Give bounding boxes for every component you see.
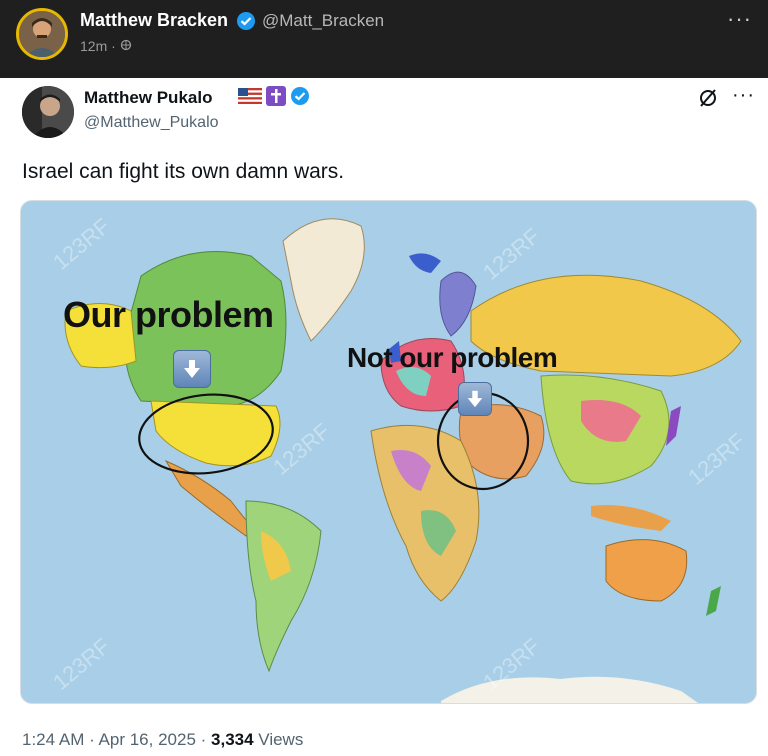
views-count: 3,334 (211, 730, 254, 749)
verified-badge-icon (236, 11, 256, 36)
separator: · (195, 730, 212, 749)
cross-icon (266, 86, 286, 111)
verified-badge-icon (290, 86, 310, 111)
post-date[interactable]: Apr 16, 2025 (99, 730, 196, 749)
post-time[interactable]: 1:24 AM (22, 730, 84, 749)
outer-avatar[interactable] (16, 8, 68, 60)
outer-timestamp: 12m · (80, 38, 132, 54)
down-arrow-icon (458, 382, 492, 416)
quoted-badges (238, 86, 310, 111)
timestamp-text: 12m (80, 38, 108, 54)
separator: · (84, 730, 99, 749)
label-not-our-problem: Not our problem (347, 342, 558, 373)
outer-post-header: Matthew Bracken @Matt_Bracken 12m · ··· (0, 0, 768, 78)
outer-author-name[interactable]: Matthew Bracken (80, 10, 228, 31)
grok-icon[interactable] (697, 87, 719, 114)
outer-more-button[interactable]: ··· (727, 6, 752, 32)
world-map: 123RF 123RF 123RF 123RF 123RF 123RF (21, 201, 756, 703)
quoted-author-name[interactable]: Matthew Pukalo (84, 88, 212, 108)
post-footer: 1:24 AM · Apr 16, 2025 · 3,334 Views (22, 730, 303, 750)
down-arrow-icon (173, 350, 211, 388)
label-our-problem: Our problem (63, 294, 274, 335)
quoted-post-card[interactable]: Matthew Pukalo @Matthew_Pukalo ··· Israe… (0, 78, 768, 756)
us-flag-icon (238, 88, 262, 109)
separator: · (111, 38, 116, 54)
map-image[interactable]: 123RF 123RF 123RF 123RF 123RF 123RF Our … (20, 200, 757, 704)
quoted-author-handle[interactable]: @Matthew_Pukalo (84, 114, 219, 132)
outer-author-handle[interactable]: @Matt_Bracken (262, 11, 384, 31)
views-label: Views (253, 730, 304, 749)
quoted-post-text: Israel can fight its own damn wars. (22, 160, 345, 183)
globe-icon (120, 38, 132, 54)
quoted-more-button[interactable]: ··· (732, 84, 755, 107)
quoted-avatar[interactable] (22, 86, 74, 138)
